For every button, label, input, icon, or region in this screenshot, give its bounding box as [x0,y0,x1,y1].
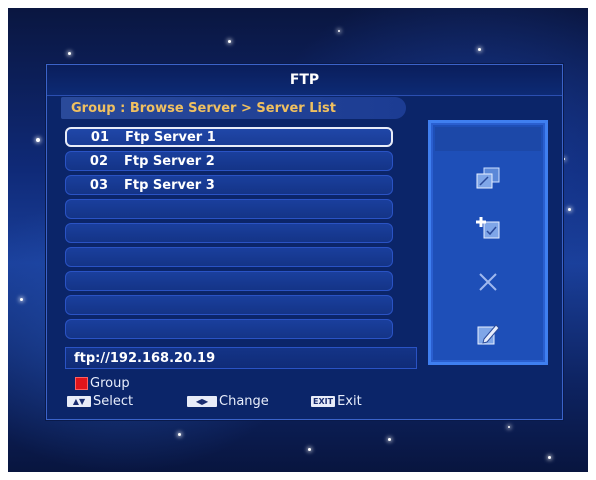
empty-row[interactable] [65,271,393,291]
action-panel-header [435,127,541,151]
server-row-2[interactable]: 02 Ftp Server 2 [65,151,393,171]
star [338,30,340,32]
group-hint: Group [75,375,130,391]
star [568,208,571,211]
star [308,448,311,451]
empty-row[interactable] [65,319,393,339]
left-right-arrow-icon: ◀▶ [187,395,217,407]
up-down-arrow-icon: ▲▼ [67,395,91,407]
change-hint: ◀▶ Change [187,393,269,409]
select-hint: ▲▼ Select [67,393,133,409]
help-bar: Group ▲▼ Select ◀▶ Change EXIT Exit [57,371,457,411]
star [478,48,481,51]
star [68,52,71,55]
edit-icon[interactable] [474,321,502,347]
server-row-3[interactable]: 03 Ftp Server 3 [65,175,393,195]
breadcrumb: Group : Browse Server > Server List [61,97,406,119]
dialog-title: FTP [47,65,562,96]
copy-icon[interactable] [474,165,502,191]
group-hint-label: Group [90,375,130,391]
star [388,438,391,441]
screen-background: FTP Group : Browse Server > Server List … [8,8,588,472]
select-hint-label: Select [93,393,134,409]
star [563,158,565,160]
action-panel [428,120,548,365]
star [20,298,23,301]
server-number: 02 [89,153,108,169]
server-row-1[interactable]: 01 Ftp Server 1 [65,127,393,147]
exit-hint: EXIT Exit [311,393,362,409]
add-icon[interactable] [474,215,502,241]
star [228,40,231,43]
exit-key-icon: EXIT [311,395,336,407]
star [508,426,510,428]
server-name: Ftp Server 1 [125,129,216,145]
star [178,433,181,436]
ftp-dialog: FTP Group : Browse Server > Server List … [46,64,563,420]
exit-hint-label: Exit [337,393,362,409]
empty-row[interactable] [65,247,393,267]
change-hint-label: Change [219,393,269,409]
red-key-icon [75,376,88,390]
server-name: Ftp Server 3 [124,177,215,193]
empty-row[interactable] [65,295,393,315]
server-number: 03 [89,177,108,193]
delete-icon[interactable] [474,269,502,295]
empty-row[interactable] [65,199,393,219]
star [36,138,40,142]
server-list: 01 Ftp Server 1 02 Ftp Server 2 03 Ftp S… [65,127,393,343]
star [548,456,551,459]
server-number: 01 [90,129,109,145]
server-name: Ftp Server 2 [124,153,215,169]
server-address: ftp://192.168.20.19 [65,347,417,369]
empty-row[interactable] [65,223,393,243]
